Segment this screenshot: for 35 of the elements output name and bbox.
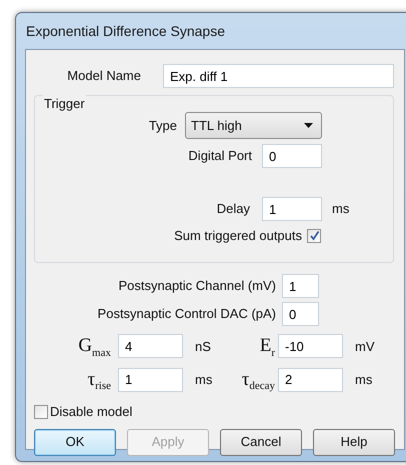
- model-name-field[interactable]: Exp. diff 1: [163, 64, 394, 88]
- field-label: Postsynaptic Control DAC (pA): [96, 305, 276, 324]
- window-title: Exponential Difference Synapse: [26, 22, 225, 41]
- field-label: Type: [148, 116, 177, 135]
- input-field[interactable]: -10: [278, 334, 343, 358]
- input-field[interactable]: 0: [282, 302, 319, 326]
- field-label: Postsynaptic Channel (mV): [117, 277, 276, 296]
- input-field[interactable]: 2: [278, 368, 343, 392]
- unit-label: ms: [355, 371, 374, 389]
- checkbox-label: Sum triggered outputs: [173, 227, 302, 245]
- checkbox[interactable]: [34, 404, 48, 419]
- parameter-symbol: τ$_{rise}$: [86, 368, 111, 394]
- group-title: Trigger: [43, 94, 86, 114]
- checkbox[interactable]: [307, 228, 321, 243]
- dialog-button[interactable]: Help: [313, 428, 395, 456]
- parameter-symbol: G$_{max}$: [77, 334, 111, 360]
- input-field[interactable]: 1: [118, 368, 183, 392]
- dialog-button[interactable]: OK: [34, 428, 116, 456]
- parameter-symbol: E$_{r}$: [258, 334, 275, 360]
- unit-label: mV: [355, 338, 376, 356]
- unit-label: nS: [195, 338, 212, 356]
- digital-port-field[interactable]: 0: [262, 144, 322, 168]
- unit-label: ms: [332, 200, 350, 218]
- checkbox-label: Disable model: [50, 403, 132, 421]
- field-label: Digital Port: [187, 147, 252, 166]
- parameter-symbol: τ$_{decay}$: [240, 368, 275, 394]
- field-label: Model Name: [66, 67, 141, 86]
- input-field[interactable]: 1: [282, 274, 319, 298]
- input-field[interactable]: 4: [118, 334, 183, 358]
- type-dropdown[interactable]: TTL high: [185, 112, 322, 139]
- dialog-button[interactable]: Cancel: [220, 428, 302, 456]
- delay-field[interactable]: 1: [262, 197, 322, 221]
- field-label: Delay: [216, 200, 250, 218]
- caret-icon: [304, 123, 313, 128]
- unit-label: ms: [195, 371, 214, 389]
